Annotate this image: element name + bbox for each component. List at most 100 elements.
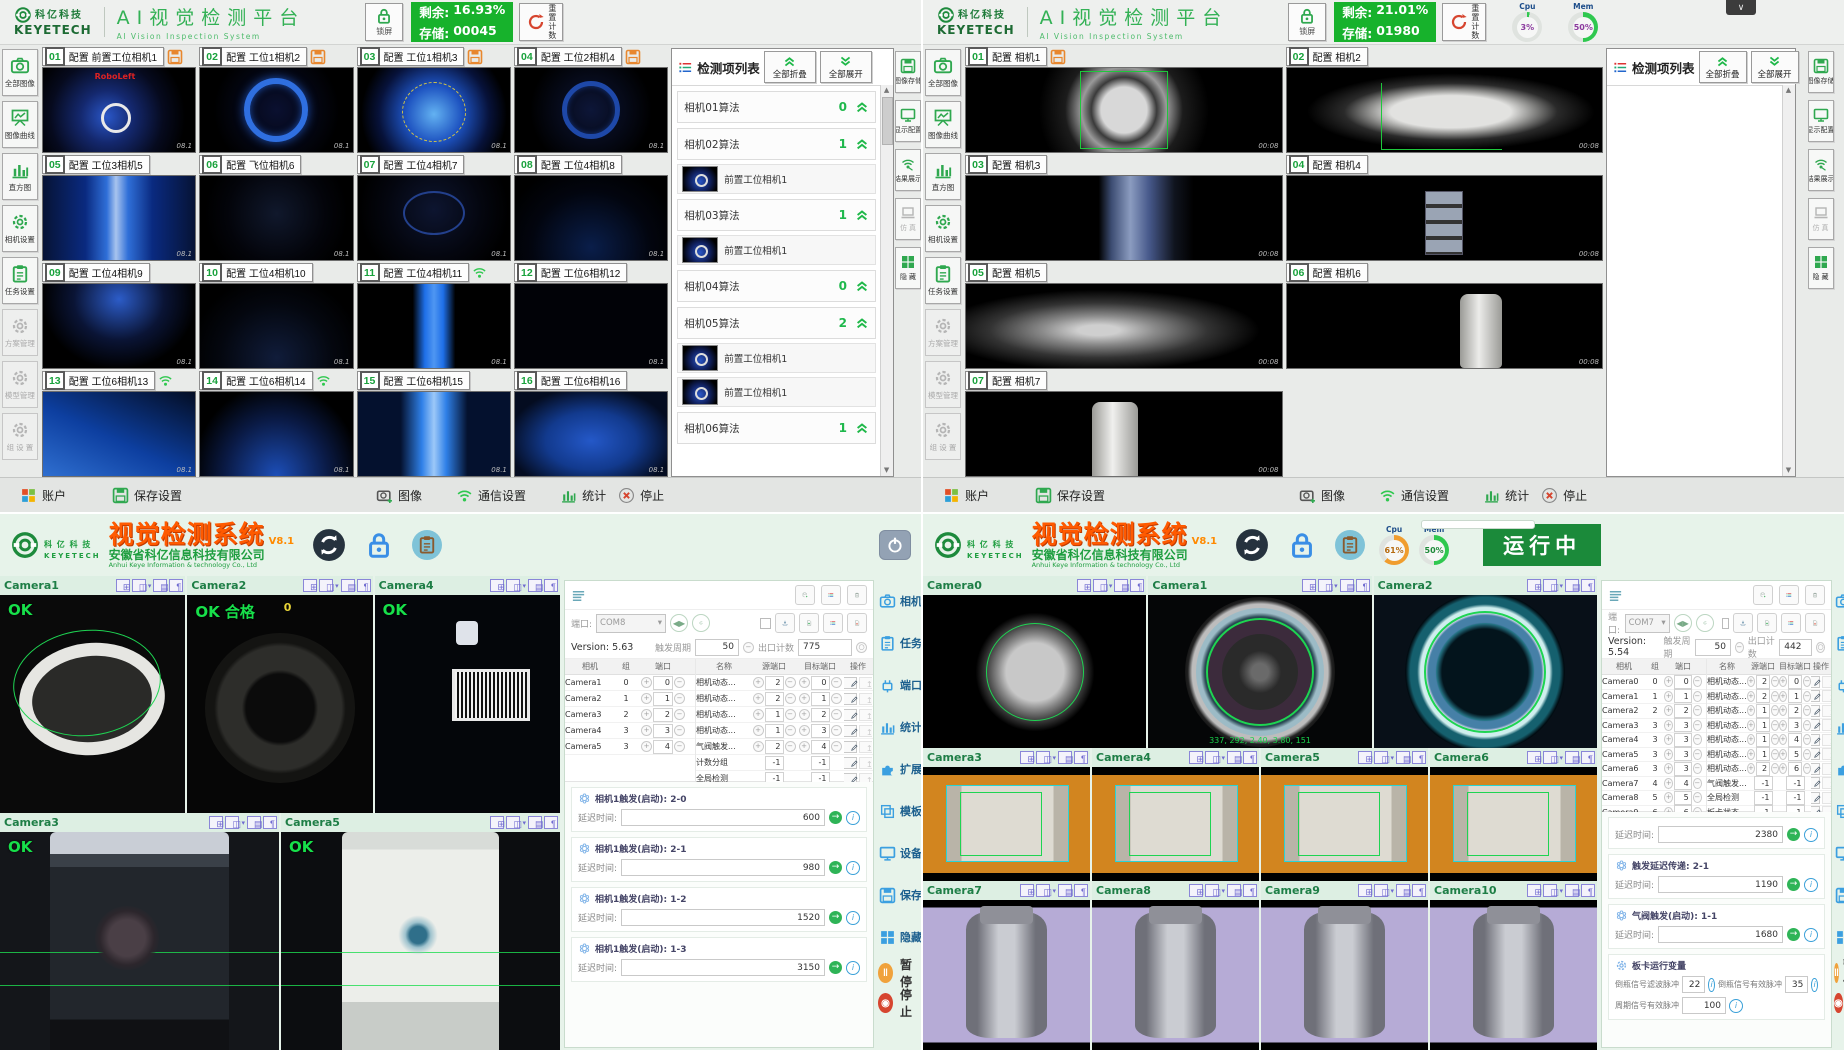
display-icon[interactable]: ▤ xyxy=(1396,884,1410,897)
camera-feed[interactable] xyxy=(923,595,1146,748)
table-row[interactable]: Camera53+3− xyxy=(1602,748,1706,763)
display-icon[interactable]: ▤ xyxy=(1058,884,1072,897)
camera-config-button[interactable]: 03配置 工位1相机3 xyxy=(357,47,465,66)
display-icon[interactable]: ▤ xyxy=(1396,751,1410,764)
fit-icon[interactable]: ⊞ xyxy=(1527,751,1541,764)
save-icon[interactable] xyxy=(310,49,326,65)
port-plus[interactable]: + xyxy=(1664,705,1673,716)
minus[interactable]: − xyxy=(831,709,842,720)
minus[interactable]: − xyxy=(831,677,842,688)
counter-field[interactable]: 442 xyxy=(1779,639,1812,656)
trigger-field[interactable]: 50 xyxy=(1695,639,1731,656)
lock-icon[interactable] xyxy=(364,530,394,560)
tools-icon[interactable]: ¶ xyxy=(1412,884,1426,897)
plus[interactable]: + xyxy=(1779,720,1787,731)
tools-icon[interactable]: ¶ xyxy=(169,579,183,592)
minus-stepper[interactable]: − xyxy=(743,642,754,653)
lock-screen-button[interactable]: 锁屏 xyxy=(365,3,403,41)
port-plus[interactable]: + xyxy=(1664,778,1673,789)
scrollbar-thumb[interactable] xyxy=(882,97,893,145)
sidebar-item-设备[interactable]: 设备 xyxy=(1832,834,1844,872)
clear-button[interactable] xyxy=(847,585,867,605)
plus[interactable]: + xyxy=(1779,705,1787,716)
counter-field[interactable]: 775 xyxy=(798,639,852,656)
port-minus[interactable]: − xyxy=(674,677,685,688)
minus[interactable]: − xyxy=(1771,720,1779,731)
minus-stepper[interactable]: − xyxy=(1735,642,1744,653)
table-row[interactable]: 气阀触发...+2−+4−↥ xyxy=(696,739,873,755)
port-plus[interactable]: + xyxy=(641,741,652,752)
snapshot-icon[interactable]: ◫ xyxy=(506,579,520,592)
sidebar-item-统计[interactable]: 统计 xyxy=(1832,708,1844,746)
toolbar-save-settings-button[interactable]: 保存设置 xyxy=(106,486,188,505)
camera-feed[interactable]: 337, 292, 2.40, 3.80, 151 xyxy=(1148,595,1371,748)
info-icon[interactable]: i xyxy=(1708,978,1715,992)
plus[interactable]: + xyxy=(799,693,810,704)
table-row[interactable]: Camera11+1− xyxy=(1602,690,1706,705)
delay-field[interactable]: 1520 xyxy=(621,909,825,926)
remove-button[interactable] xyxy=(847,613,867,633)
camera-feed[interactable]: 08.1 xyxy=(42,391,196,477)
camera-config-button[interactable]: 08配置 工位4相机8 xyxy=(514,155,622,174)
field-value[interactable]: 22 xyxy=(1682,976,1705,993)
plus[interactable]: + xyxy=(1779,691,1787,702)
display-icon[interactable]: ▤ xyxy=(341,579,355,592)
algorithm-item[interactable]: 相机06算法1 xyxy=(677,412,876,444)
detection-list-button[interactable] xyxy=(1779,585,1799,605)
sidebar-item-端口[interactable]: 端口 xyxy=(876,666,921,704)
upload-button[interactable]: ↥ xyxy=(1822,763,1831,775)
info-icon[interactable]: i xyxy=(1804,878,1818,892)
export-db-button[interactable] xyxy=(1753,585,1773,605)
minus[interactable]: − xyxy=(1803,734,1811,745)
sidebar-item-组 设 置[interactable]: 组 设 置 xyxy=(2,413,38,460)
toolbar-statistics-button[interactable]: 统计 xyxy=(1477,486,1535,505)
camera-config-button[interactable]: 13配置 工位6相机13 xyxy=(42,371,155,390)
save-icon[interactable] xyxy=(625,49,641,65)
fit-icon[interactable]: ⊞ xyxy=(1527,884,1541,897)
display-icon[interactable]: ▤ xyxy=(1058,751,1072,764)
camera-thumb-item[interactable]: 前置工位相机1 xyxy=(677,377,876,407)
strip-button-laptop[interactable]: 仿 真 xyxy=(1808,198,1834,240)
apply-icon[interactable]: → xyxy=(1787,878,1800,891)
sidebar-item-相机[interactable]: 相机 xyxy=(876,582,921,620)
info-icon[interactable]: i xyxy=(1804,928,1818,942)
sidebar-item-组 设 置[interactable]: 组 设 置 xyxy=(925,413,961,460)
edit-button[interactable] xyxy=(1811,763,1820,775)
delay-field[interactable]: 2380 xyxy=(1658,826,1783,843)
sidebar-item-全部图像[interactable]: 全部图像 xyxy=(2,49,38,96)
lock-icon[interactable] xyxy=(1287,530,1317,560)
table-row[interactable]: Camera00+0− xyxy=(1602,675,1706,690)
minus[interactable]: − xyxy=(1771,705,1779,716)
snapshot-icon[interactable]: ◫ xyxy=(1543,579,1557,592)
snapshot-icon[interactable]: ◫ xyxy=(1318,579,1332,592)
sidebar-item-模板[interactable]: 模板 xyxy=(876,792,921,830)
table-row[interactable]: Camera22+2− xyxy=(1602,704,1706,719)
edit-button[interactable] xyxy=(844,709,857,721)
upload-button[interactable]: ↥ xyxy=(859,709,872,721)
fit-icon[interactable]: ⊞ xyxy=(490,816,504,829)
port-plus[interactable]: + xyxy=(641,677,652,688)
table-row[interactable]: 相机动态...+2−+1−↥ xyxy=(1707,690,1831,705)
toolbar-comm-settings-button[interactable]: 通信设置 xyxy=(450,486,532,505)
table-row[interactable]: Camera43+3− xyxy=(565,723,695,739)
expand-all-button[interactable]: 全部展开 xyxy=(1751,51,1799,83)
sidebar-item-任务设置[interactable]: 任务设置 xyxy=(925,257,961,304)
prev-next-button[interactable]: ◀▶ xyxy=(1674,614,1692,632)
camera-feed[interactable]: 08.1 xyxy=(199,67,353,153)
stop-button[interactable]: ◉停止 xyxy=(1832,990,1844,1016)
algorithm-item[interactable]: 相机02算法1 xyxy=(677,128,876,160)
table-row[interactable]: Camera74+4− xyxy=(1602,777,1706,792)
camera-config-button[interactable]: 11配置 工位4相机11 xyxy=(357,263,470,282)
fit-icon[interactable]: ⊞ xyxy=(209,816,223,829)
list-button[interactable] xyxy=(823,613,843,633)
camera-config-button[interactable]: 03配置 相机3 xyxy=(965,155,1047,174)
camera-feed[interactable]: 08.1 xyxy=(514,67,668,153)
minus[interactable]: − xyxy=(831,693,842,704)
upload-button[interactable]: ↥ xyxy=(859,677,872,689)
table-row[interactable]: 相机动态...+2−+0−↥ xyxy=(696,675,873,691)
port-minus[interactable]: − xyxy=(1693,792,1702,803)
camera-feed[interactable]: 00:08 xyxy=(965,283,1283,369)
sidebar-item-模型管理[interactable]: 模型管理 xyxy=(925,361,961,408)
import-button[interactable] xyxy=(775,613,795,633)
tools-icon[interactable]: ¶ xyxy=(1581,884,1595,897)
